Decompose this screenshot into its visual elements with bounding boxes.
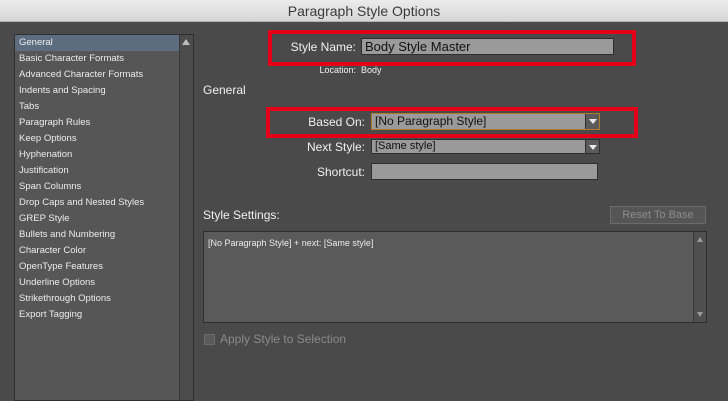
sidebar-item-basic-character-formats[interactable]: Basic Character Formats [15,51,181,67]
based-on-label: Based On: [308,115,365,129]
style-settings-text: [No Paragraph Style] + next: [Same style… [208,238,374,248]
sidebar-item-bullets-and-numbering[interactable]: Bullets and Numbering [15,227,181,243]
sidebar-item-hyphenation[interactable]: Hyphenation [15,147,181,163]
apply-style-label: Apply Style to Selection [220,332,347,346]
category-list-items: General Basic Character Formats Advanced… [15,35,181,323]
general-section-title: General [203,83,246,97]
style-name-label: Style Name: [290,40,356,54]
sidebar-item-underline-options[interactable]: Underline Options [15,275,181,291]
style-settings-label: Style Settings: [203,208,280,222]
reset-to-base-button[interactable]: Reset To Base [610,206,706,224]
chevron-down-icon[interactable] [585,140,599,153]
sidebar-item-justification[interactable]: Justification [15,163,181,179]
sidebar-item-character-color[interactable]: Character Color [15,243,181,259]
scroll-up-icon[interactable] [697,237,703,242]
next-style-label: Next Style: [306,140,365,154]
sidebar-item-span-columns[interactable]: Span Columns [15,179,181,195]
sidebar-item-opentype-features[interactable]: OpenType Features [15,259,181,275]
based-on-value: [No Paragraph Style] [375,114,487,128]
sidebar-item-grep-style[interactable]: GREP Style [15,211,181,227]
sidebar-item-export-tagging[interactable]: Export Tagging [15,307,181,323]
settings-scrollbar[interactable] [693,232,706,322]
next-style-select[interactable]: [Same style] [371,139,600,154]
sidebar-item-advanced-character-formats[interactable]: Advanced Character Formats [15,67,181,83]
sidebar-item-general[interactable]: General [15,35,181,51]
sidebar-item-keep-options[interactable]: Keep Options [15,131,181,147]
style-settings-box: [No Paragraph Style] + next: [Same style… [203,231,707,323]
apply-style-checkbox[interactable] [204,334,215,345]
shortcut-input[interactable] [371,163,598,180]
sidebar-scrollbar[interactable] [179,35,193,400]
sidebar-item-paragraph-rules[interactable]: Paragraph Rules [15,115,181,131]
shortcut-label: Shortcut: [316,165,365,179]
next-style-value: [Same style] [375,140,436,152]
chevron-down-icon[interactable] [585,114,599,129]
scroll-up-icon[interactable] [182,39,190,45]
sidebar-item-drop-caps[interactable]: Drop Caps and Nested Styles [15,195,181,211]
sidebar-item-strikethrough-options[interactable]: Strikethrough Options [15,291,181,307]
location-value: Body [361,65,382,75]
sidebar-item-tabs[interactable]: Tabs [15,99,181,115]
based-on-select[interactable]: [No Paragraph Style] [371,113,600,130]
location-label: Location: [319,65,356,75]
sidebar-item-indents-and-spacing[interactable]: Indents and Spacing [15,83,181,99]
scroll-down-icon[interactable] [697,312,703,317]
window-title: Paragraph Style Options [0,0,728,22]
category-list: General Basic Character Formats Advanced… [14,34,194,401]
style-name-input[interactable]: Body Style Master [361,38,614,55]
